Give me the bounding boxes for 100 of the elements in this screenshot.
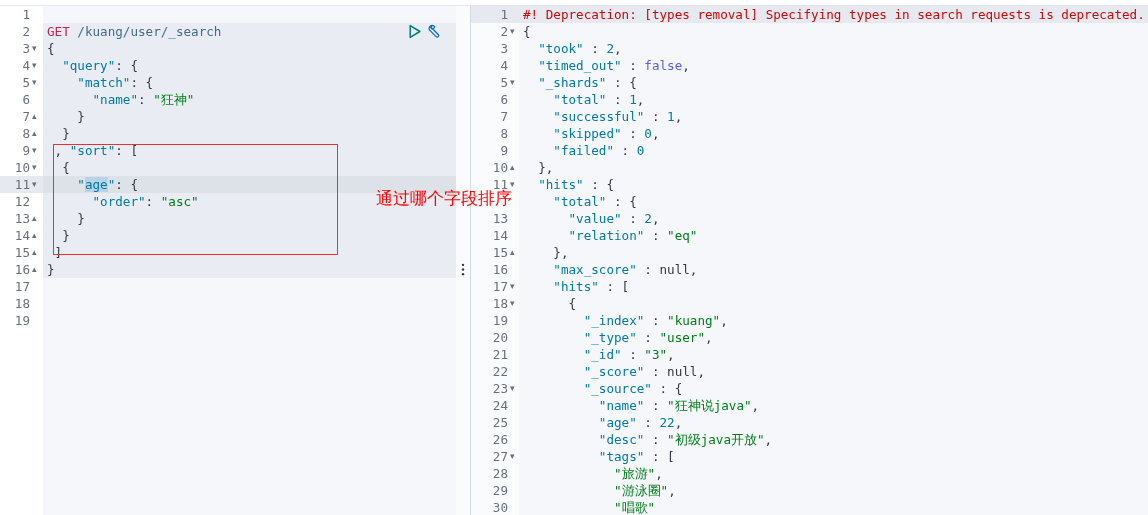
line-number: 28 — [491, 465, 508, 482]
code-line: "timed_out" : false, — [537, 57, 690, 74]
code-line: "match": { — [76, 74, 154, 91]
fold-toggle[interactable]: ▾ — [32, 40, 37, 57]
code-line: "desc" : "初级java开放", — [597, 431, 773, 448]
line-number: 1 — [499, 6, 508, 23]
fold-toggle[interactable]: ▾ — [510, 278, 515, 295]
code-line: "hits" : { — [537, 176, 614, 193]
line-number: 26 — [491, 431, 508, 448]
code-line: "_source" : { — [582, 380, 683, 397]
line-number: 14 — [13, 227, 30, 244]
fold-toggle[interactable]: ▴ — [32, 261, 37, 278]
fold-toggle[interactable]: ▴ — [510, 159, 515, 176]
code-line: "successful" : 1, — [552, 108, 683, 125]
fold-toggle[interactable]: ▾ — [510, 295, 515, 312]
code-line: "age": { — [76, 176, 138, 193]
fold-toggle[interactable]: ▴ — [510, 244, 515, 261]
fold-toggle[interactable]: ▾ — [32, 176, 37, 193]
fold-toggle[interactable]: ▾ — [32, 142, 37, 159]
line-number: 10 — [491, 159, 508, 176]
fold-toggle[interactable]: ▴ — [32, 244, 37, 261]
line-number: 6 — [21, 91, 30, 108]
code-line: "游泳圈", — [613, 482, 676, 499]
code-line: "_score" : null, — [582, 363, 705, 380]
line-number: 9 — [21, 142, 30, 159]
fold-toggle[interactable]: ▴ — [32, 108, 37, 125]
line-number: 4 — [21, 57, 30, 74]
fold-toggle[interactable]: ▴ — [32, 210, 37, 227]
line-number: 16 — [13, 261, 30, 278]
code-line: "hits" : [ — [552, 278, 630, 295]
line-number: 9 — [499, 142, 508, 159]
fold-toggle[interactable]: ▾ — [32, 57, 37, 74]
annotation-text: 通过哪个字段排序 — [376, 188, 512, 209]
code-line: , "sort": [ — [53, 142, 138, 159]
code-line: "failed" : 0 — [552, 142, 645, 159]
code-line: { — [47, 40, 55, 57]
line-number: 5 — [499, 74, 508, 91]
fold-toggle[interactable]: ▾ — [510, 176, 515, 193]
code-line: "name": "狂神" — [91, 91, 195, 108]
line-number: 23 — [491, 380, 508, 397]
line-number: 2 — [21, 23, 30, 40]
line-number: 17 — [491, 278, 508, 295]
line-number: 15 — [13, 244, 30, 261]
line-number: 27 — [491, 448, 508, 465]
line-number: 11 — [13, 176, 30, 193]
line-number: 6 — [499, 91, 508, 108]
code-line: }, — [552, 244, 569, 261]
code-line: "max_score" : null, — [552, 261, 698, 278]
line-number: 13 — [491, 210, 508, 227]
line-number: 15 — [491, 244, 508, 261]
line-number: 5 — [21, 74, 30, 91]
line-number: 19 — [491, 312, 508, 329]
code-line: "唱歌" — [613, 499, 656, 515]
fold-toggle[interactable]: ▴ — [32, 227, 37, 244]
line-number: 30 — [491, 499, 508, 515]
fold-toggle[interactable]: ▾ — [510, 23, 515, 40]
fold-toggle[interactable]: ▾ — [32, 159, 37, 176]
code-line: } — [61, 125, 70, 142]
more-icon[interactable] — [461, 263, 465, 276]
code-line: } — [76, 108, 85, 125]
code-line: "_index" : "kuang", — [582, 312, 728, 329]
wrench-icon[interactable] — [427, 24, 442, 39]
play-icon[interactable] — [407, 24, 422, 39]
code-line: }, — [537, 159, 554, 176]
line-number: 10 — [13, 159, 30, 176]
code-line: "total" : { — [552, 193, 637, 210]
line-number: 3 — [499, 40, 508, 57]
line-number: 7 — [21, 108, 30, 125]
code-line: "旅游", — [613, 465, 663, 482]
line-number: 19 — [13, 312, 30, 329]
line-number: 14 — [491, 227, 508, 244]
code-line: "skipped" : 0, — [552, 125, 660, 142]
code-line: "query": { — [61, 57, 138, 74]
fold-toggle[interactable]: ▾ — [510, 380, 515, 397]
line-number: 12 — [13, 193, 30, 210]
code-line: "value" : 2, — [567, 210, 660, 227]
fold-toggle[interactable]: ▴ — [32, 125, 37, 142]
line-number: 25 — [491, 414, 508, 431]
code-line: GET /kuang/user/_search — [47, 23, 222, 40]
code-line: #! Deprecation: [types removal] Specifying types in search requests is deprecated. — [523, 6, 1145, 23]
line-number: 3 — [21, 40, 30, 57]
code-line: } — [76, 210, 85, 227]
line-number: 1 — [21, 6, 30, 23]
code-line: "_shards" : { — [537, 74, 637, 91]
line-number: 4 — [499, 57, 508, 74]
code-line: { — [567, 295, 577, 312]
code-line: "order": "asc" — [91, 193, 199, 210]
line-number: 21 — [491, 346, 508, 363]
fold-toggle[interactable]: ▾ — [510, 448, 515, 465]
line-number: 20 — [491, 329, 508, 346]
code-line: "name" : "狂神说java", — [597, 397, 760, 414]
fold-toggle[interactable]: ▾ — [510, 74, 515, 91]
line-number: 2 — [499, 23, 508, 40]
line-number: 16 — [491, 261, 508, 278]
line-number: 18 — [491, 295, 508, 312]
fold-toggle[interactable]: ▾ — [32, 74, 37, 91]
code-line: { — [61, 159, 70, 176]
code-line: "_id" : "3", — [582, 346, 675, 363]
code-line: } — [47, 261, 55, 278]
line-number: 18 — [13, 295, 30, 312]
